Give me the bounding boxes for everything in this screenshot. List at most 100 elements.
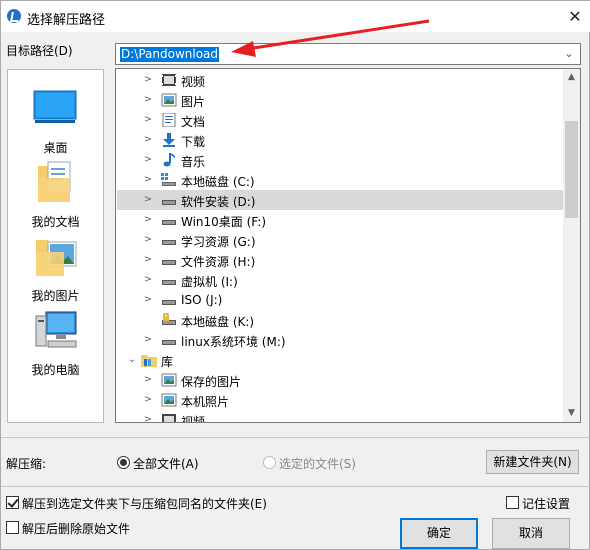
- tree-item-drive-g[interactable]: > 学习资源 (G:): [117, 230, 563, 250]
- picture-icon: [161, 93, 177, 107]
- place-documents[interactable]: 我的文档: [8, 158, 103, 230]
- extract-to-folder-checkbox[interactable]: [6, 496, 19, 509]
- tree-item-label: ISO (J:): [181, 293, 223, 307]
- target-path-combobox[interactable]: D:\Pandownload ⌄: [115, 43, 581, 65]
- document-icon: [162, 113, 176, 127]
- drive-icon: [162, 260, 176, 265]
- chevron-right-icon[interactable]: >: [143, 290, 153, 310]
- chevron-right-icon[interactable]: >: [143, 90, 153, 110]
- video-icon: [162, 74, 176, 86]
- places-bar: 桌面 我的文档 我的图片 我的电脑: [7, 69, 104, 423]
- folder-tree[interactable]: > 视频 > 图片 > 文档 > 下载 > 音乐 > 本地磁盘 (C:) > 软…: [115, 68, 581, 423]
- tree-item-saved-pictures[interactable]: > 保存的图片: [117, 370, 563, 390]
- target-path-label: 目标路径(D): [6, 44, 73, 58]
- system-drive-icon: [161, 173, 176, 186]
- chevron-right-icon[interactable]: >: [143, 70, 153, 90]
- tree-item-downloads[interactable]: > 下载: [117, 130, 563, 150]
- tree-item-label: 本地磁盘 (C:): [181, 175, 255, 189]
- chevron-right-icon[interactable]: >: [143, 150, 153, 170]
- tree-item-label: 图片: [181, 95, 206, 109]
- chevron-right-icon[interactable]: >: [143, 190, 153, 210]
- tree-item-label: 本地磁盘 (K:): [181, 315, 255, 329]
- remember-settings-checkbox[interactable]: [506, 496, 519, 509]
- tree-item-pictures[interactable]: > 图片: [117, 90, 563, 110]
- close-icon[interactable]: ✕: [559, 1, 590, 32]
- scrollbar-thumb[interactable]: [565, 121, 578, 218]
- tree-item-drive-f[interactable]: > Win10桌面 (F:): [117, 210, 563, 230]
- tree-item-label: 文件资源 (H:): [181, 255, 256, 269]
- place-computer[interactable]: 我的电脑: [8, 306, 103, 378]
- tree-item-label: 库: [161, 355, 174, 369]
- tree-item-videos[interactable]: > 视频: [117, 70, 563, 90]
- pictures-icon: [36, 240, 77, 276]
- tree-item-label: 视频: [181, 75, 206, 89]
- tree-item-label: 保存的图片: [181, 375, 242, 389]
- tree-item-drive-h[interactable]: > 文件资源 (H:): [117, 250, 563, 270]
- radio-all-files[interactable]: [117, 456, 130, 469]
- tree-item-label: 软件安装 (D:): [181, 195, 256, 209]
- chevron-right-icon[interactable]: >: [143, 230, 153, 250]
- chevron-right-icon[interactable]: >: [143, 270, 153, 290]
- new-folder-button[interactable]: 新建文件夹(N): [486, 450, 579, 474]
- place-desktop[interactable]: 桌面: [8, 84, 103, 156]
- tree-item-label: 文档: [181, 115, 206, 129]
- tree-item-drive-k[interactable]: 本地磁盘 (K:): [117, 310, 563, 330]
- tree-item-label: Win10桌面 (F:): [181, 215, 267, 229]
- picture-icon: [161, 373, 177, 387]
- documents-icon: [38, 161, 71, 202]
- chevron-right-icon[interactable]: >: [143, 110, 153, 130]
- scroll-down-icon[interactable]: ▼: [563, 405, 580, 422]
- music-icon: [163, 153, 175, 167]
- remember-settings-label[interactable]: 记住设置: [522, 495, 570, 512]
- desktop-icon: [33, 90, 77, 123]
- chevron-right-icon[interactable]: >: [143, 210, 153, 230]
- tree-item-documents[interactable]: > 文档: [117, 110, 563, 130]
- tree-item-music[interactable]: > 音乐: [117, 150, 563, 170]
- tree-item-camera-roll[interactable]: > 本机照片: [117, 390, 563, 410]
- radio-selected-files[interactable]: [263, 456, 276, 469]
- download-icon: [163, 133, 175, 147]
- tree-item-drive-d[interactable]: > 软件安装 (D:): [117, 190, 563, 210]
- tree-item-library[interactable]: ⌄ 库: [117, 350, 563, 370]
- chevron-right-icon[interactable]: >: [143, 370, 153, 390]
- tree-scrollbar[interactable]: ▲ ▼: [563, 69, 580, 422]
- delete-after-label[interactable]: 解压后删除原始文件: [22, 520, 130, 537]
- chevron-down-icon[interactable]: ⌄: [127, 350, 137, 370]
- chevron-right-icon[interactable]: >: [143, 130, 153, 150]
- window-title: 选择解压路径: [27, 13, 106, 28]
- target-path-value[interactable]: D:\Pandownload: [120, 47, 220, 62]
- tree-item-drive-c[interactable]: > 本地磁盘 (C:): [117, 170, 563, 190]
- chevron-right-icon[interactable]: >: [143, 330, 153, 350]
- tree-item-label: 音乐: [181, 155, 206, 169]
- tree-item-label: 本机照片: [181, 395, 230, 409]
- radio-selected-files-label[interactable]: 选定的文件(S): [279, 455, 356, 472]
- video-icon: [162, 414, 176, 422]
- tree-item-drive-j[interactable]: > ISO (J:): [117, 290, 563, 310]
- ok-button[interactable]: 确定: [400, 518, 478, 549]
- tree-item-library-videos[interactable]: > 视频: [117, 410, 563, 423]
- chevron-right-icon[interactable]: >: [143, 410, 153, 422]
- locked-drive-icon: [162, 313, 176, 325]
- tree-item-drive-m[interactable]: > linux系统环境 (M:): [117, 330, 563, 350]
- chevron-right-icon[interactable]: >: [143, 170, 153, 190]
- drive-icon: [162, 280, 176, 285]
- drive-icon: [162, 340, 176, 345]
- tree-item-label: 学习资源 (G:): [181, 235, 256, 249]
- extract-to-folder-label[interactable]: 解压到选定文件夹下与压缩包同名的文件夹(E): [22, 495, 267, 512]
- cancel-button[interactable]: 取消: [492, 518, 570, 549]
- drive-icon: [162, 300, 176, 305]
- tree-item-label: 视频: [181, 415, 206, 423]
- tree-item-label: 虚拟机 (I:): [181, 275, 238, 289]
- place-pictures[interactable]: 我的图片: [8, 232, 103, 304]
- extract-dialog: 选择解压路径 ✕ 目标路径(D) D:\Pandownload ⌄ 桌面 我的文…: [0, 0, 590, 550]
- radio-all-files-label[interactable]: 全部文件(A): [133, 455, 199, 472]
- chevron-right-icon[interactable]: >: [143, 250, 153, 270]
- title-bar: 选择解压路径 ✕: [1, 1, 590, 32]
- tree-item-label: linux系统环境 (M:): [181, 335, 286, 349]
- chevron-right-icon[interactable]: >: [143, 390, 153, 410]
- tree-item-drive-i[interactable]: > 虚拟机 (I:): [117, 270, 563, 290]
- scroll-up-icon[interactable]: ▲: [563, 69, 580, 86]
- computer-icon: [35, 311, 77, 348]
- delete-after-checkbox[interactable]: [6, 521, 19, 534]
- chevron-down-icon[interactable]: ⌄: [562, 46, 576, 62]
